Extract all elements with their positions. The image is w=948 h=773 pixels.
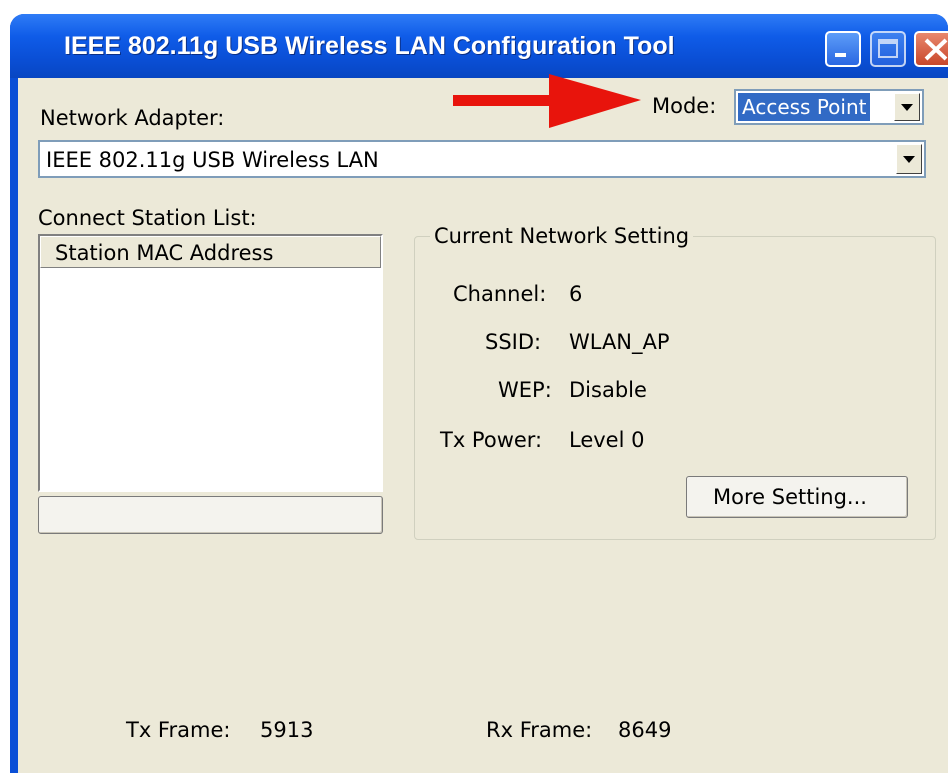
maximize-icon xyxy=(878,39,898,58)
tx-frame-label: Tx Frame: xyxy=(126,718,231,742)
channel-value: 6 xyxy=(569,282,583,306)
chevron-down-icon xyxy=(903,156,915,163)
network-adapter-label: Network Adapter: xyxy=(40,106,225,130)
mode-dropdown-button[interactable] xyxy=(894,93,920,121)
adapter-dropdown-button[interactable] xyxy=(896,144,922,174)
rx-frame-label: Rx Frame: xyxy=(486,718,593,742)
more-setting-label: More Setting... xyxy=(713,485,867,509)
minimize-button[interactable] xyxy=(825,31,861,67)
close-icon xyxy=(924,38,948,61)
tx-frame-value: 5913 xyxy=(260,718,314,742)
more-setting-button[interactable]: More Setting... xyxy=(686,476,908,518)
close-button[interactable] xyxy=(914,31,948,67)
rx-frame-value: 8649 xyxy=(618,718,672,742)
channel-label: Channel: xyxy=(453,282,547,306)
ssid-label: SSID: xyxy=(485,330,542,354)
minimize-icon xyxy=(835,53,846,57)
station-list-label: Connect Station List: xyxy=(38,206,257,230)
mode-label: Mode: xyxy=(652,94,717,118)
tx-power-label: Tx Power: xyxy=(440,428,543,452)
mode-select[interactable]: Access Point xyxy=(734,89,924,125)
network-adapter-select[interactable]: IEEE 802.11g USB Wireless LAN xyxy=(38,140,926,178)
config-tool-window: IEEE 802.11g USB Wireless LAN Configurat… xyxy=(0,0,948,773)
network-adapter-value: IEEE 802.11g USB Wireless LAN xyxy=(46,148,379,172)
window-title: IEEE 802.11g USB Wireless LAN Configurat… xyxy=(64,32,675,60)
chevron-down-icon xyxy=(901,104,913,111)
tx-power-value: Level 0 xyxy=(569,428,645,452)
maximize-button[interactable] xyxy=(870,31,906,67)
ssid-value: WLAN_AP xyxy=(569,330,670,354)
station-mac-column-header[interactable]: Station MAC Address xyxy=(40,236,381,268)
wep-value: Disable xyxy=(569,378,647,402)
column-header-label: Station MAC Address xyxy=(55,241,274,265)
client-area: Network Adapter: Mode: Access Point IEEE… xyxy=(18,78,948,773)
station-list-button[interactable] xyxy=(38,496,383,534)
station-list[interactable]: Station MAC Address xyxy=(38,234,383,492)
wep-label: WEP: xyxy=(498,378,552,402)
annotation-arrow-icon xyxy=(453,74,641,128)
network-setting-title: Current Network Setting xyxy=(430,224,694,248)
mode-value: Access Point xyxy=(736,92,872,122)
